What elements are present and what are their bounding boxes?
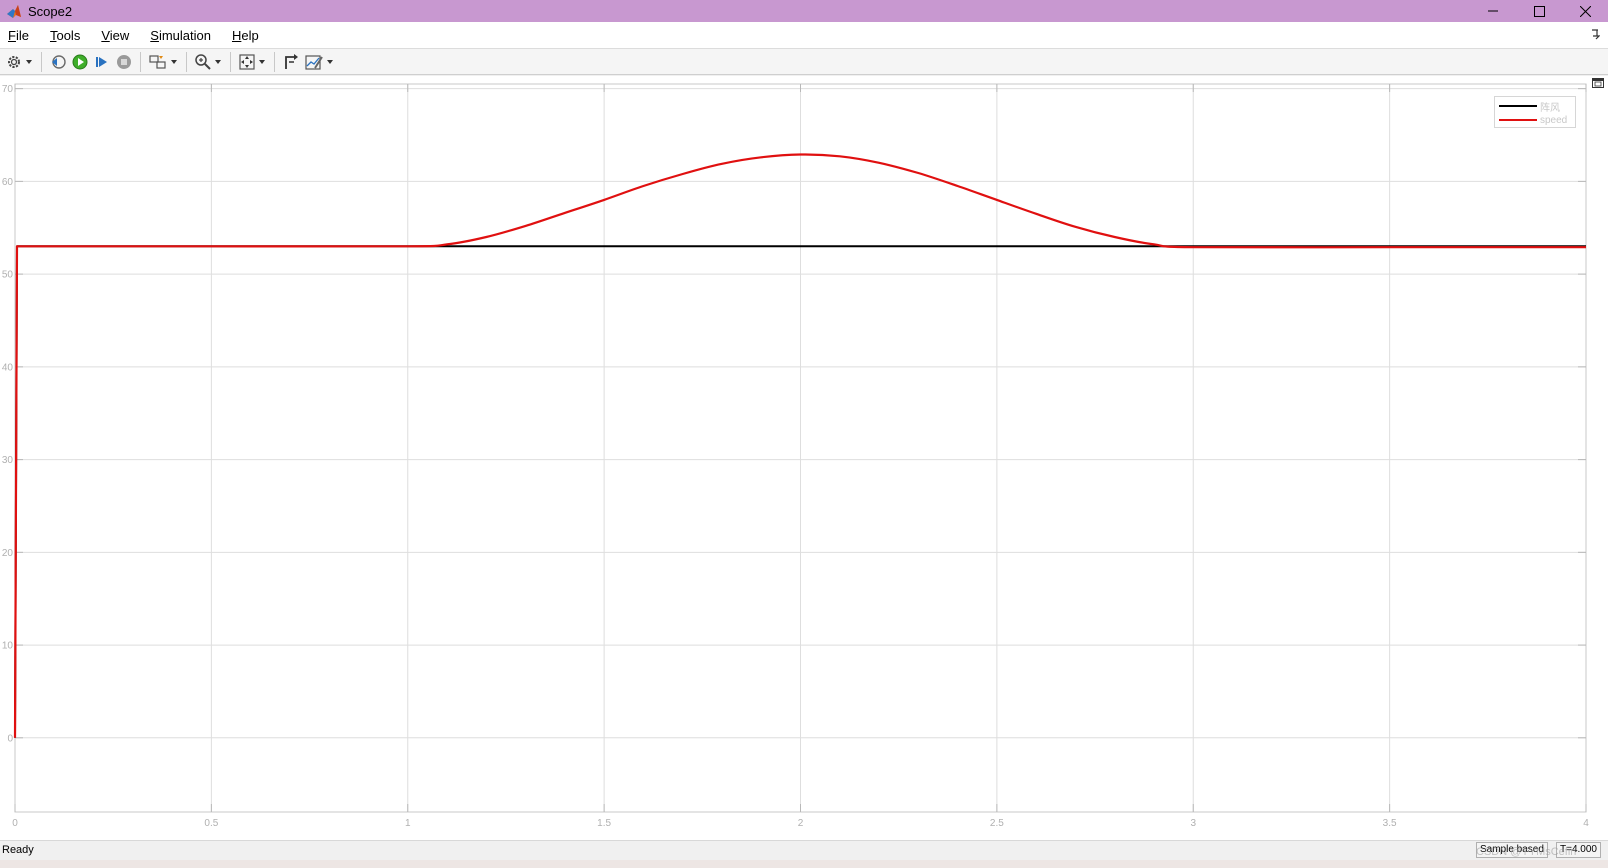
watermark: CSDN @YYMsCefin: [1476, 846, 1577, 858]
menu-help-mnemonic: H: [231, 27, 242, 43]
legend-swatch-gust: [1499, 105, 1537, 107]
legend[interactable]: 阵风 speed: [1494, 96, 1576, 128]
run-button[interactable]: [69, 51, 91, 73]
settings-icon: [8, 55, 20, 68]
window-controls: [1470, 0, 1608, 22]
menu-simulation-mnemonic: S: [150, 27, 159, 43]
close-button[interactable]: [1562, 0, 1608, 22]
y-tick-label: 60: [2, 177, 14, 188]
toolbar-separator: [41, 51, 42, 72]
menu-tools-label: ools: [56, 27, 81, 43]
scope-display[interactable]: 0 0.5 1 1.5 2 2.5 3 3.5 4 0 10 20 30 40 50 60 70 阵风 spee…: [0, 76, 1608, 840]
legend-swatch-speed: [1499, 119, 1537, 121]
undock-icon[interactable]: [1592, 78, 1604, 88]
caret-down-icon: [259, 59, 265, 64]
x-tick-label: 1.5: [597, 818, 611, 829]
title-bar[interactable]: Scope2: [0, 0, 1608, 22]
menu-view-label: iew: [109, 27, 130, 43]
window-title: Scope2: [28, 3, 73, 19]
caret-down-icon: [215, 59, 221, 64]
highlight-dropdown-button[interactable]: [170, 51, 178, 73]
minimize-button[interactable]: [1470, 0, 1516, 22]
legend-label-speed: speed: [1540, 114, 1568, 126]
menu-help-label: elp: [241, 27, 259, 43]
x-tick-label: 3: [1190, 818, 1196, 829]
zoom-icon: [195, 53, 211, 70]
scope-plot[interactable]: 0 0.5 1 1.5 2 2.5 3 3.5 4010203040506070: [0, 76, 1608, 840]
caret-down-icon: [171, 59, 177, 64]
zoom-dropdown-button[interactable]: [214, 51, 222, 73]
step-back-icon: [52, 54, 66, 69]
settings-dropdown-button[interactable]: [25, 51, 33, 73]
maximize-button[interactable]: [1516, 0, 1562, 22]
grid: [15, 84, 1586, 812]
style-button[interactable]: [302, 51, 326, 73]
menu-view-mnemonic: V: [101, 27, 110, 43]
x-tick-label: 4: [1583, 818, 1589, 829]
y-tick-label: 0: [7, 733, 13, 744]
toolbar-separator: [274, 51, 275, 72]
menu-help[interactable]: Help: [230, 26, 261, 45]
legend-entry-speed: speed: [1499, 113, 1567, 127]
status-text: Ready: [2, 844, 34, 856]
x-tick-label: 3.5: [1383, 818, 1397, 829]
fit-to-view-button[interactable]: [236, 51, 258, 73]
fit-to-view-icon: [239, 53, 255, 70]
scope-window: Scope2 File Tools View Simulation Help 0…: [0, 0, 1608, 868]
menu-simulation-label: imulation: [158, 27, 211, 43]
menu-file-mnemonic: F: [8, 27, 16, 43]
x-tick-label: 0.5: [204, 818, 218, 829]
taskbar-strip: [0, 860, 1608, 868]
matlab-logo-icon: [6, 3, 22, 19]
x-tick-label: 1: [405, 818, 411, 829]
legend-label-gust: 阵风: [1540, 102, 1560, 114]
toolbar: [0, 48, 1608, 75]
maximize-icon: [1533, 5, 1545, 17]
y-tick-label: 70: [2, 84, 14, 95]
style-dropdown-button[interactable]: [326, 51, 334, 73]
x-tick-label: 0: [12, 818, 18, 829]
stop-button[interactable]: [113, 51, 135, 73]
stop-icon: [117, 54, 131, 69]
y-tick-label: 20: [2, 548, 14, 559]
settings-button[interactable]: [3, 51, 25, 73]
close-icon: [1579, 5, 1591, 17]
status-bar: Ready Sample based T=4.000: [0, 840, 1608, 860]
y-tick-label: 10: [2, 641, 14, 652]
menu-bar: File Tools View Simulation Help: [0, 22, 1608, 48]
minimize-icon: [1488, 10, 1498, 12]
step-forward-icon: [96, 56, 107, 67]
step-back-button[interactable]: [47, 51, 69, 73]
style-icon: [305, 54, 323, 70]
menu-file-label: ile: [15, 27, 29, 43]
highlight-block-button[interactable]: [146, 51, 170, 73]
menu-simulation[interactable]: Simulation: [148, 26, 213, 45]
menu-tools[interactable]: Tools: [48, 26, 82, 45]
x-tick-label: 2: [798, 818, 804, 829]
write-data-button[interactable]: [280, 51, 302, 73]
menu-file[interactable]: File: [6, 26, 31, 45]
run-icon: [72, 54, 88, 69]
caret-down-icon: [327, 59, 333, 64]
menu-view[interactable]: View: [99, 26, 131, 45]
legend-entry-gust: 阵风: [1499, 99, 1560, 114]
toolbar-separator: [186, 51, 187, 72]
write-data-icon: [285, 53, 298, 69]
toolbar-separator: [140, 51, 141, 72]
zoom-button[interactable]: [192, 51, 214, 73]
y-tick-label: 40: [2, 362, 14, 373]
step-forward-button[interactable]: [91, 51, 113, 73]
dock-pin-icon[interactable]: [1590, 28, 1600, 40]
caret-down-icon: [26, 59, 32, 64]
x-tick-label: 2.5: [990, 818, 1004, 829]
fit-dropdown-button[interactable]: [258, 51, 266, 73]
highlight-block-icon: [149, 54, 166, 69]
axis-ticks: 0 0.5 1 1.5 2 2.5 3 3.5 4010203040506070: [2, 84, 1589, 829]
toolbar-separator: [230, 51, 231, 72]
y-tick-label: 50: [2, 270, 14, 281]
y-tick-label: 30: [2, 455, 14, 466]
